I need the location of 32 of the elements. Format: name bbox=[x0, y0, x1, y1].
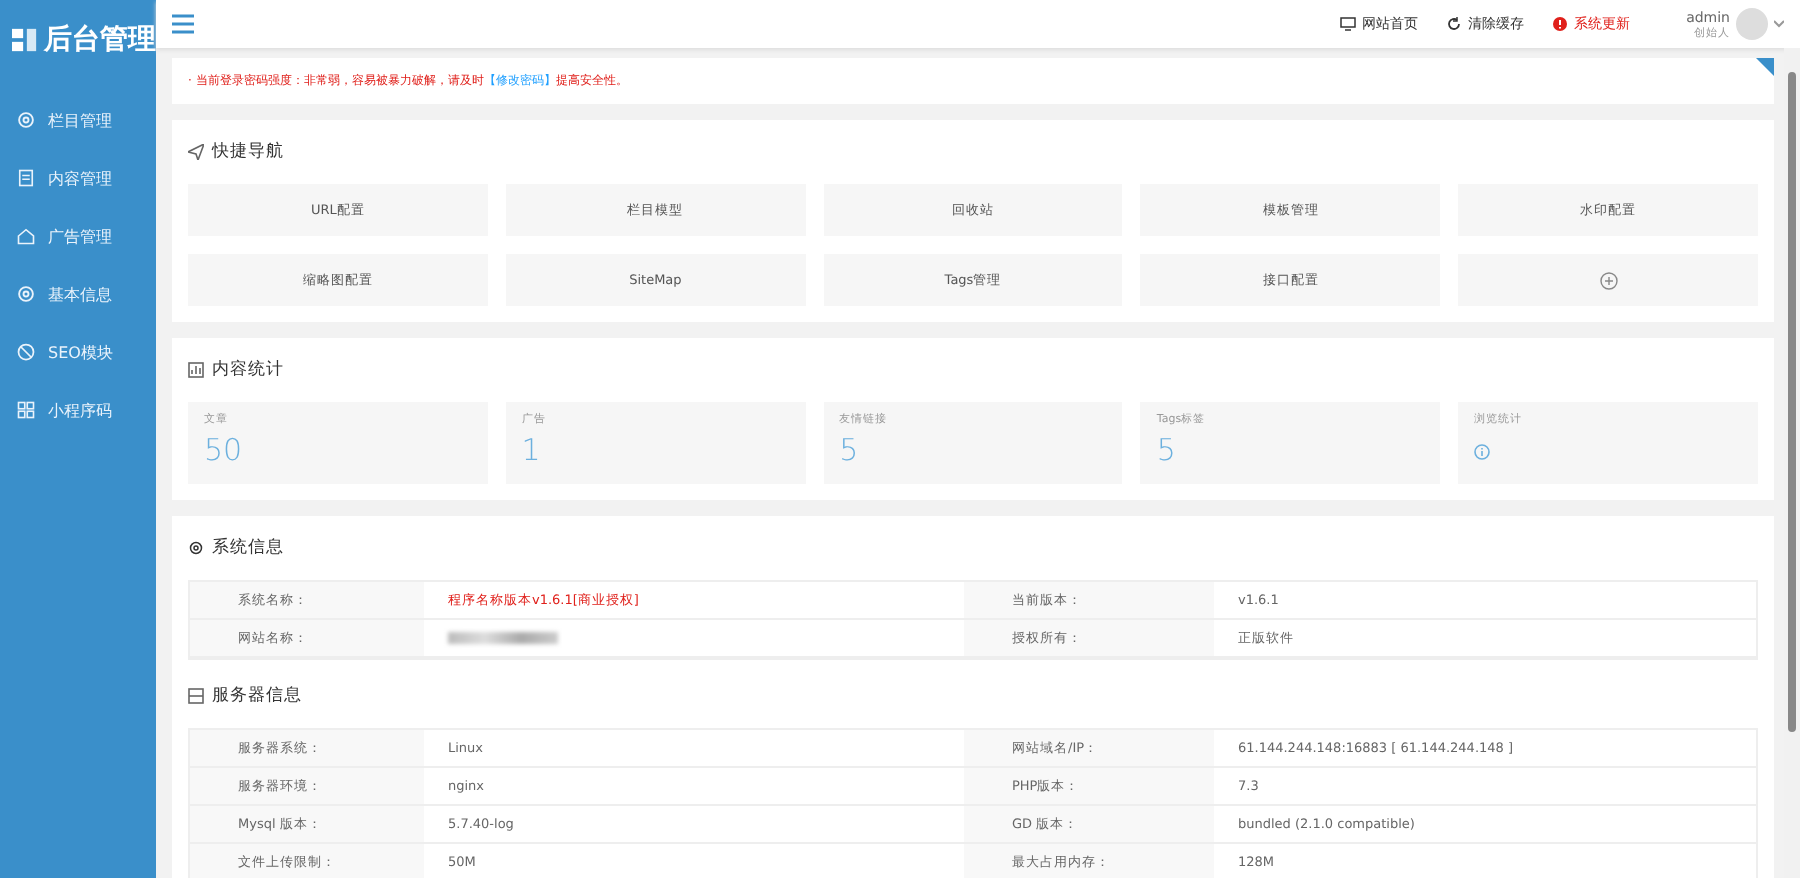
send-icon bbox=[188, 144, 204, 160]
scrollbar[interactable] bbox=[1788, 72, 1796, 732]
add-icon bbox=[1599, 271, 1618, 289]
app-logo-title: 后台管理 bbox=[44, 22, 156, 58]
section-title: 快捷导航 bbox=[212, 140, 284, 164]
blurred-value bbox=[448, 632, 558, 644]
server-icon bbox=[188, 688, 204, 704]
section-title: 服务器信息 bbox=[212, 684, 302, 708]
menu-item-icon bbox=[16, 284, 36, 304]
settings-icon bbox=[188, 540, 204, 556]
chart-icon bbox=[188, 362, 204, 378]
stat-value: 5 bbox=[1156, 432, 1178, 468]
menu-item-icon bbox=[16, 168, 36, 188]
stat-value: 1 bbox=[521, 432, 543, 468]
avatar[interactable] bbox=[1736, 8, 1768, 40]
alert-icon bbox=[1552, 16, 1569, 32]
stat-value: 50 bbox=[204, 432, 245, 468]
menu-item-icon bbox=[16, 342, 36, 362]
info-icon bbox=[1474, 444, 1491, 460]
menu-item-icon bbox=[16, 226, 36, 246]
menu-item-icon bbox=[16, 400, 36, 420]
add-shortcut-button[interactable] bbox=[1458, 254, 1758, 306]
monitor-icon bbox=[1340, 16, 1357, 32]
section-title: 内容统计 bbox=[212, 358, 284, 382]
menu-icon[interactable] bbox=[172, 14, 194, 34]
corner-marker-icon bbox=[1756, 58, 1774, 76]
caret-icon[interactable] bbox=[1774, 20, 1784, 28]
stat-value: 5 bbox=[839, 432, 861, 468]
refresh-icon bbox=[1446, 16, 1463, 32]
menu-item-icon bbox=[16, 110, 36, 130]
logo-icon bbox=[12, 26, 38, 54]
section-title: 系统信息 bbox=[212, 536, 284, 560]
